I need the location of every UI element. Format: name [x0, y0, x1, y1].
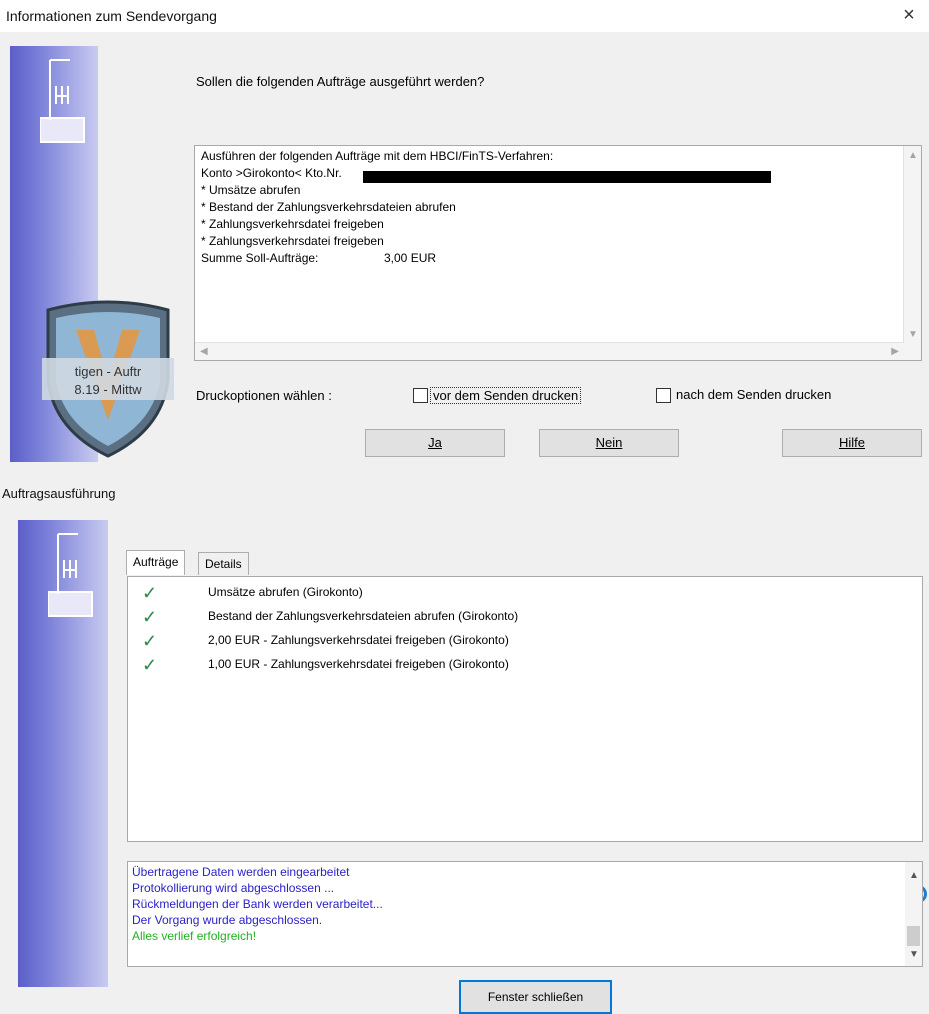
print-options-label: Druckoptionen wählen : — [196, 388, 332, 403]
check-icon: ✓ — [142, 655, 158, 675]
scroll-right-icon[interactable]: ▶ — [891, 346, 899, 357]
dialog-title: Informationen zum Sendevorgang — [6, 8, 217, 24]
order-info-textbox[interactable]: Ausführen der folgenden Aufträge mit dem… — [194, 145, 922, 361]
help-button-label: Hilfe — [838, 435, 865, 450]
list-item: ✓ 1,00 EUR - Zahlungsverkehrsdatei freig… — [128, 653, 922, 677]
program-logo-icon — [40, 59, 85, 143]
titlebar: Informationen zum Sendevorgang × — [0, 0, 929, 32]
dialog-body: Aufträge Details ✓ Umsätze abrufen (Giro… — [0, 506, 929, 1014]
log-scrollbar[interactable]: ▲ ▼ — [905, 862, 922, 966]
check-icon: ✓ — [142, 583, 158, 603]
no-button-label: Nein — [595, 435, 623, 450]
shield-text: 8.19 - Mittw — [74, 382, 142, 397]
check-icon: ✓ — [142, 631, 158, 651]
info-line: * Umsätze abrufen — [201, 183, 301, 197]
info-line: Summe Soll-Aufträge: — [201, 251, 319, 265]
info-line: Ausführen der folgenden Aufträge mit dem… — [201, 149, 554, 163]
scroll-down-icon[interactable]: ▼ — [908, 329, 918, 340]
close-window-button[interactable]: Fenster schließen — [459, 980, 612, 1014]
execution-dialog: Auftragsausführung Aufträge Details ✓ Um… — [0, 480, 929, 1014]
check-icon: ✓ — [142, 607, 158, 627]
print-after-checkbox[interactable] — [656, 388, 671, 403]
decoration-strip — [18, 520, 108, 987]
info-line: * Zahlungsverkehrsdatei freigeben — [201, 234, 384, 248]
task-label: Umsätze abrufen (Girokonto) — [208, 585, 363, 599]
dialog-body: Sollen die folgenden Aufträge ausgeführt… — [0, 32, 929, 462]
scroll-down-icon[interactable]: ▼ — [909, 949, 919, 960]
info-line: Konto >Girokonto< Kto.Nr. — [201, 166, 342, 180]
horizontal-scrollbar[interactable]: ◀ ▶ — [195, 342, 904, 360]
titlebar: Auftragsausführung — [0, 480, 929, 506]
info-line: * Bestand der Zahlungsverkehrsdateien ab… — [201, 200, 456, 214]
tab-details[interactable]: Details — [198, 552, 249, 575]
print-before-checkbox[interactable] — [413, 388, 428, 403]
yes-button[interactable]: Ja — [365, 429, 505, 457]
print-after-label[interactable]: nach dem Senden drucken — [676, 387, 831, 402]
question-text: Sollen die folgenden Aufträge ausgeführt… — [196, 74, 485, 89]
scroll-thumb[interactable] — [907, 926, 920, 946]
log-line: Protokollierung wird abgeschlossen ... — [132, 881, 335, 895]
close-icon[interactable]: × — [889, 0, 929, 32]
print-before-label[interactable]: vor dem Senden drucken — [430, 387, 582, 404]
scroll-up-icon[interactable]: ▲ — [909, 870, 919, 881]
help-button[interactable]: Hilfe — [782, 429, 922, 457]
dialog-title: Auftragsausführung — [2, 486, 116, 501]
log-line: Der Vorgang wurde abgeschlossen. — [132, 913, 323, 927]
list-item: ✓ Bestand der Zahlungsverkehrsdateien ab… — [128, 605, 922, 629]
list-item: ✓ Umsätze abrufen (Girokonto) — [128, 581, 922, 605]
shield-icon: tigen - Auftr 8.19 - Mittw — [42, 300, 174, 458]
task-label: 1,00 EUR - Zahlungsverkehrsdatei freigeb… — [208, 657, 509, 671]
log-line: Übertragene Daten werden eingearbeitet — [132, 865, 350, 879]
vertical-scrollbar[interactable]: ▲ ▼ — [903, 146, 921, 360]
no-button[interactable]: Nein — [539, 429, 679, 457]
sum-amount: 3,00 EUR — [384, 251, 437, 265]
log-line-success: Alles verlief erfolgreich! — [132, 929, 257, 943]
task-label: Bestand der Zahlungsverkehrsdateien abru… — [208, 609, 519, 623]
tab-orders[interactable]: Aufträge — [126, 550, 186, 575]
scroll-up-icon[interactable]: ▲ — [908, 150, 918, 161]
status-log[interactable]: Übertragene Daten werden eingearbeitet P… — [127, 861, 923, 967]
program-logo-icon — [48, 533, 93, 617]
orders-list: ✓ Umsätze abrufen (Girokonto) ✓ Bestand … — [127, 576, 927, 903]
info-line: * Zahlungsverkehrsdatei freigeben — [201, 217, 384, 231]
send-info-dialog: Informationen zum Sendevorgang × Sollen … — [0, 0, 929, 462]
redacted-account-number — [363, 171, 771, 183]
task-label: 2,00 EUR - Zahlungsverkehrsdatei freigeb… — [208, 633, 509, 647]
yes-button-label: Ja — [428, 435, 442, 450]
scroll-left-icon[interactable]: ◀ — [200, 346, 208, 357]
list-item: ✓ 2,00 EUR - Zahlungsverkehrsdatei freig… — [128, 629, 922, 653]
shield-text: tigen - Auftr — [75, 364, 142, 379]
log-line: Rückmeldungen der Bank werden verarbeite… — [132, 897, 383, 911]
